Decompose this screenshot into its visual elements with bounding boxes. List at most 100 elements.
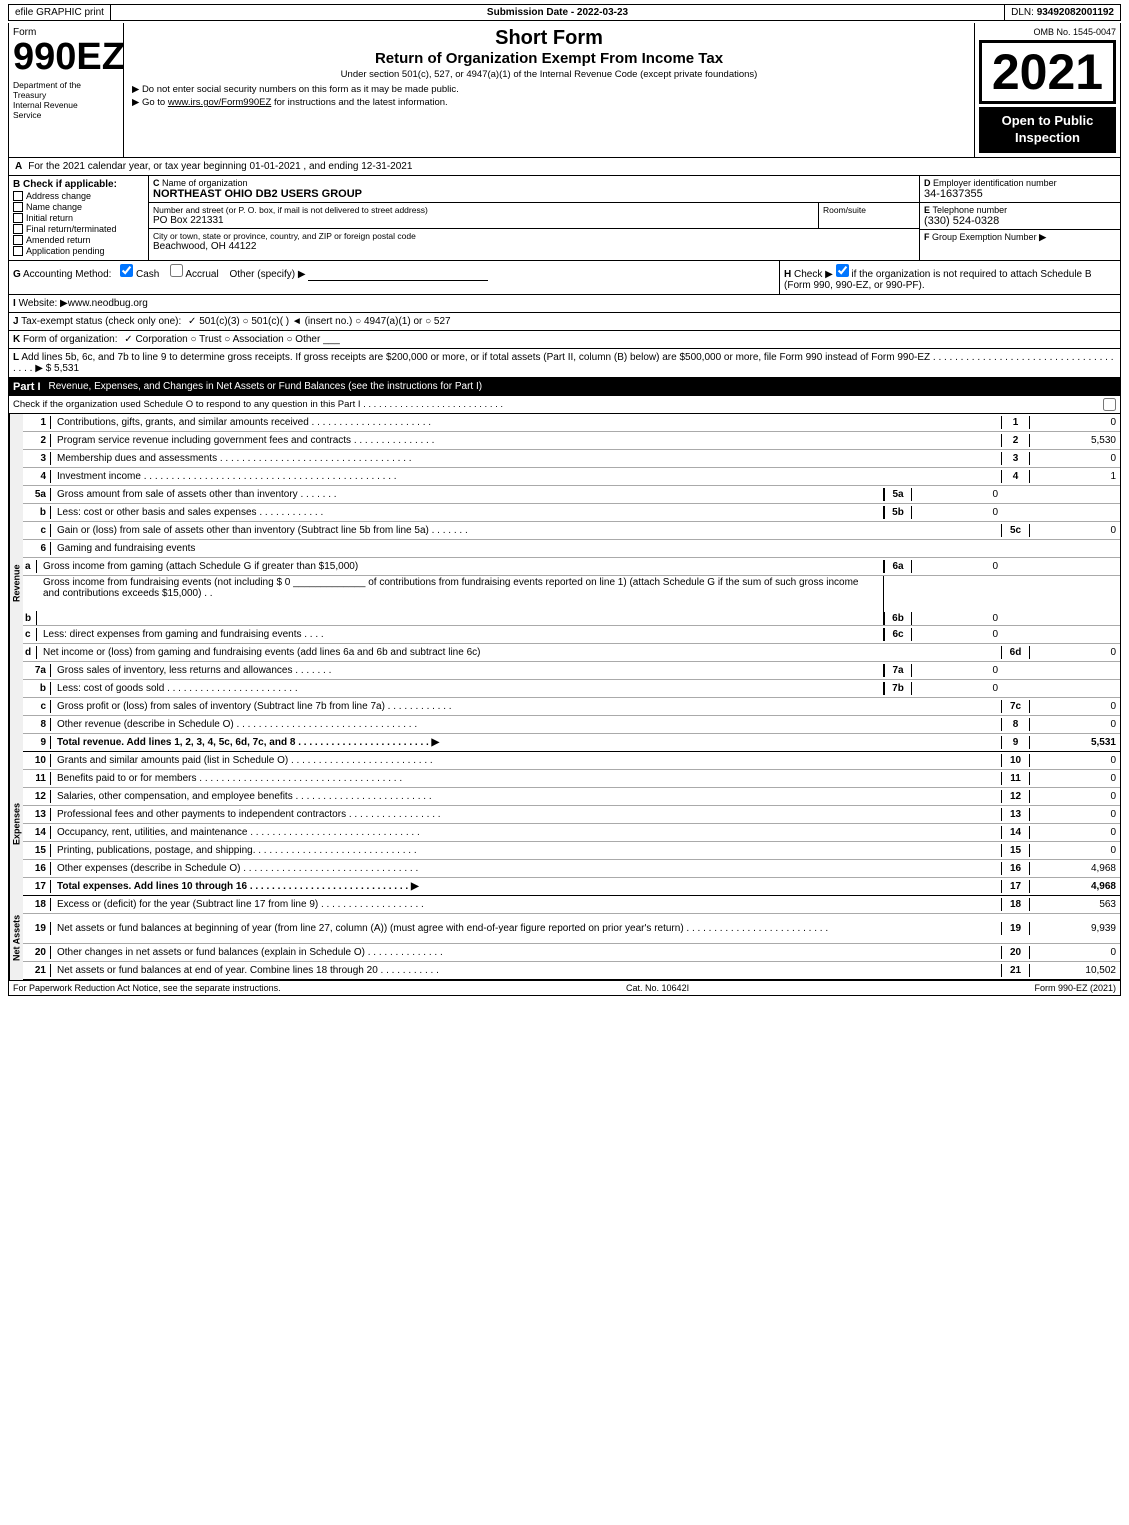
- row-num: 2: [23, 434, 51, 447]
- instruction2: ▶ Go to www.irs.gov/Form990EZ for instru…: [132, 97, 966, 108]
- row-desc: Total expenses. Add lines 10 through 16 …: [51, 880, 1002, 893]
- row-desc: Gross profit or (loss) from sales of inv…: [51, 700, 1002, 713]
- row-val: 1: [1030, 470, 1120, 483]
- return-title: Return of Organization Exempt From Incom…: [132, 50, 966, 67]
- row-mid-label: 6b: [884, 612, 912, 625]
- table-row: 14 Occupancy, rent, utilities, and maint…: [23, 824, 1120, 842]
- row-linenum: 9: [1002, 736, 1030, 749]
- row-desc: Gain or (loss) from sale of assets other…: [51, 524, 1002, 537]
- expenses-section: Expenses 10 Grants and similar amounts p…: [8, 752, 1121, 896]
- row-linenum: 7c: [1002, 700, 1030, 713]
- checkbox-final-return-box[interactable]: [13, 224, 23, 234]
- row-desc: Net assets or fund balances at end of ye…: [51, 964, 1002, 977]
- part-i-checkbox[interactable]: [1103, 398, 1116, 411]
- table-row: b Less: cost of goods sold . . . . . . .…: [23, 680, 1120, 698]
- expenses-side-label: Expenses: [9, 752, 23, 896]
- row-mid-val: 0: [912, 682, 1002, 695]
- row-val: 0: [1030, 754, 1120, 767]
- table-row: 18 Excess or (deficit) for the year (Sub…: [23, 896, 1120, 914]
- row-num: 6: [23, 542, 51, 555]
- row-mid-val: 0: [912, 628, 1002, 641]
- section-l: L Add lines 5b, 6c, and 7b to line 9 to …: [9, 349, 1120, 378]
- table-row: b Gross income from fundraising events (…: [23, 576, 1120, 626]
- schedule-b-checkbox[interactable]: [836, 264, 849, 277]
- row-val: 0: [1030, 844, 1120, 857]
- row-sub-letter: b: [23, 611, 37, 625]
- table-row: 17 Total expenses. Add lines 10 through …: [23, 878, 1120, 896]
- expenses-rows: 10 Grants and similar amounts paid (list…: [23, 752, 1120, 896]
- checkbox-application-pending-box[interactable]: [13, 246, 23, 256]
- row-num: c: [23, 524, 51, 537]
- accrual-checkbox[interactable]: [170, 264, 183, 277]
- checkbox-name-change-box[interactable]: [13, 202, 23, 212]
- omb-number: OMB No. 1545-0047: [979, 27, 1116, 37]
- paperwork-notice: For Paperwork Reduction Act Notice, see …: [13, 983, 281, 993]
- table-row: 13 Professional fees and other payments …: [23, 806, 1120, 824]
- row-desc: Less: cost of goods sold . . . . . . . .…: [51, 682, 884, 695]
- net-assets-rows: 18 Excess or (deficit) for the year (Sub…: [23, 896, 1120, 980]
- row-val: 0: [1030, 718, 1120, 731]
- section-c-label: C Name of organization: [153, 178, 915, 188]
- checkbox-final-return[interactable]: Final return/terminated: [13, 224, 144, 234]
- row-desc: Net assets or fund balances at beginning…: [51, 922, 1002, 935]
- row-num: c: [23, 700, 51, 713]
- row-num: 19: [23, 922, 51, 935]
- section-i: I Website: ▶www.neodbug.org: [9, 295, 1120, 313]
- row-val: 0: [1030, 700, 1120, 713]
- row-num: 10: [23, 754, 51, 767]
- row-desc: Contributions, gifts, grants, and simila…: [51, 416, 1002, 429]
- table-row: c Gross profit or (loss) from sales of i…: [23, 698, 1120, 716]
- header: Form 990EZ Department of the Treasury In…: [8, 23, 1121, 158]
- footer: For Paperwork Reduction Act Notice, see …: [8, 981, 1121, 996]
- row-linenum: 3: [1002, 452, 1030, 465]
- checkbox-application-pending[interactable]: Application pending: [13, 246, 144, 256]
- row-num: 17: [23, 880, 51, 893]
- row-desc: Program service revenue including govern…: [51, 434, 1002, 447]
- net-assets-side-label: Net Assets: [9, 896, 23, 980]
- row-bcd: B Check if applicable: Address change Na…: [9, 176, 1120, 261]
- revenue-side-label: Revenue: [9, 414, 23, 752]
- checkbox-address-change[interactable]: Address change: [13, 191, 144, 201]
- dept-info: Department of the Treasury Internal Reve…: [13, 80, 119, 120]
- checkbox-amended-return[interactable]: Amended return: [13, 235, 144, 245]
- ein-value: 34-1637355: [924, 188, 1116, 200]
- table-row: d Net income or (loss) from gaming and f…: [23, 644, 1120, 662]
- part-i-title: Revenue, Expenses, and Changes in Net As…: [49, 381, 483, 393]
- row-num: 9: [23, 736, 51, 749]
- row-num: b: [23, 682, 51, 695]
- checkbox-name-change[interactable]: Name change: [13, 202, 144, 212]
- row-val: 0: [1030, 946, 1120, 959]
- checkbox-amended-return-box[interactable]: [13, 235, 23, 245]
- org-name: NORTHEAST OHIO DB2 USERS GROUP: [153, 188, 915, 200]
- table-row: 19 Net assets or fund balances at beginn…: [23, 914, 1120, 944]
- table-row: 6 Gaming and fundraising events: [23, 540, 1120, 558]
- city-label: City or town, state or province, country…: [153, 231, 915, 241]
- row-mid-val: 0: [912, 664, 1002, 677]
- row-desc: Total revenue. Add lines 1, 2, 3, 4, 5c,…: [51, 736, 1002, 749]
- table-row: 15 Printing, publications, postage, and …: [23, 842, 1120, 860]
- row-linenum: 18: [1002, 898, 1030, 911]
- row-linenum: 11: [1002, 772, 1030, 785]
- table-row: 16 Other expenses (describe in Schedule …: [23, 860, 1120, 878]
- checkbox-initial-return-box[interactable]: [13, 213, 23, 223]
- row-mid-label: 6c: [884, 628, 912, 641]
- section-gh: G Accounting Method: Cash Accrual Other …: [9, 261, 1120, 295]
- row-val: 0: [1030, 826, 1120, 839]
- row-mid-val: 0: [912, 612, 1002, 625]
- checkbox-address-change-box[interactable]: [13, 191, 23, 201]
- row-desc: Benefits paid to or for members . . . . …: [51, 772, 1002, 785]
- row-val: 0: [1030, 790, 1120, 803]
- row-num: 12: [23, 790, 51, 803]
- row-mid-val: 0: [912, 560, 1002, 573]
- subtitle: Under section 501(c), 527, or 4947(a)(1)…: [132, 69, 966, 80]
- right-header: OMB No. 1545-0047 2021 Open to Public In…: [975, 23, 1120, 157]
- row-val: 9,939: [1030, 922, 1120, 935]
- row-linenum: 14: [1002, 826, 1030, 839]
- checkbox-initial-return[interactable]: Initial return: [13, 213, 144, 223]
- cash-checkbox[interactable]: [120, 264, 133, 277]
- form-body: B Check if applicable: Address change Na…: [8, 176, 1121, 379]
- row-linenum: 1: [1002, 416, 1030, 429]
- row-val: 0: [1030, 524, 1120, 537]
- section-h: H Check ▶ if the organization is not req…: [780, 261, 1120, 294]
- row-desc: Gross income from gaming (attach Schedul…: [37, 560, 884, 573]
